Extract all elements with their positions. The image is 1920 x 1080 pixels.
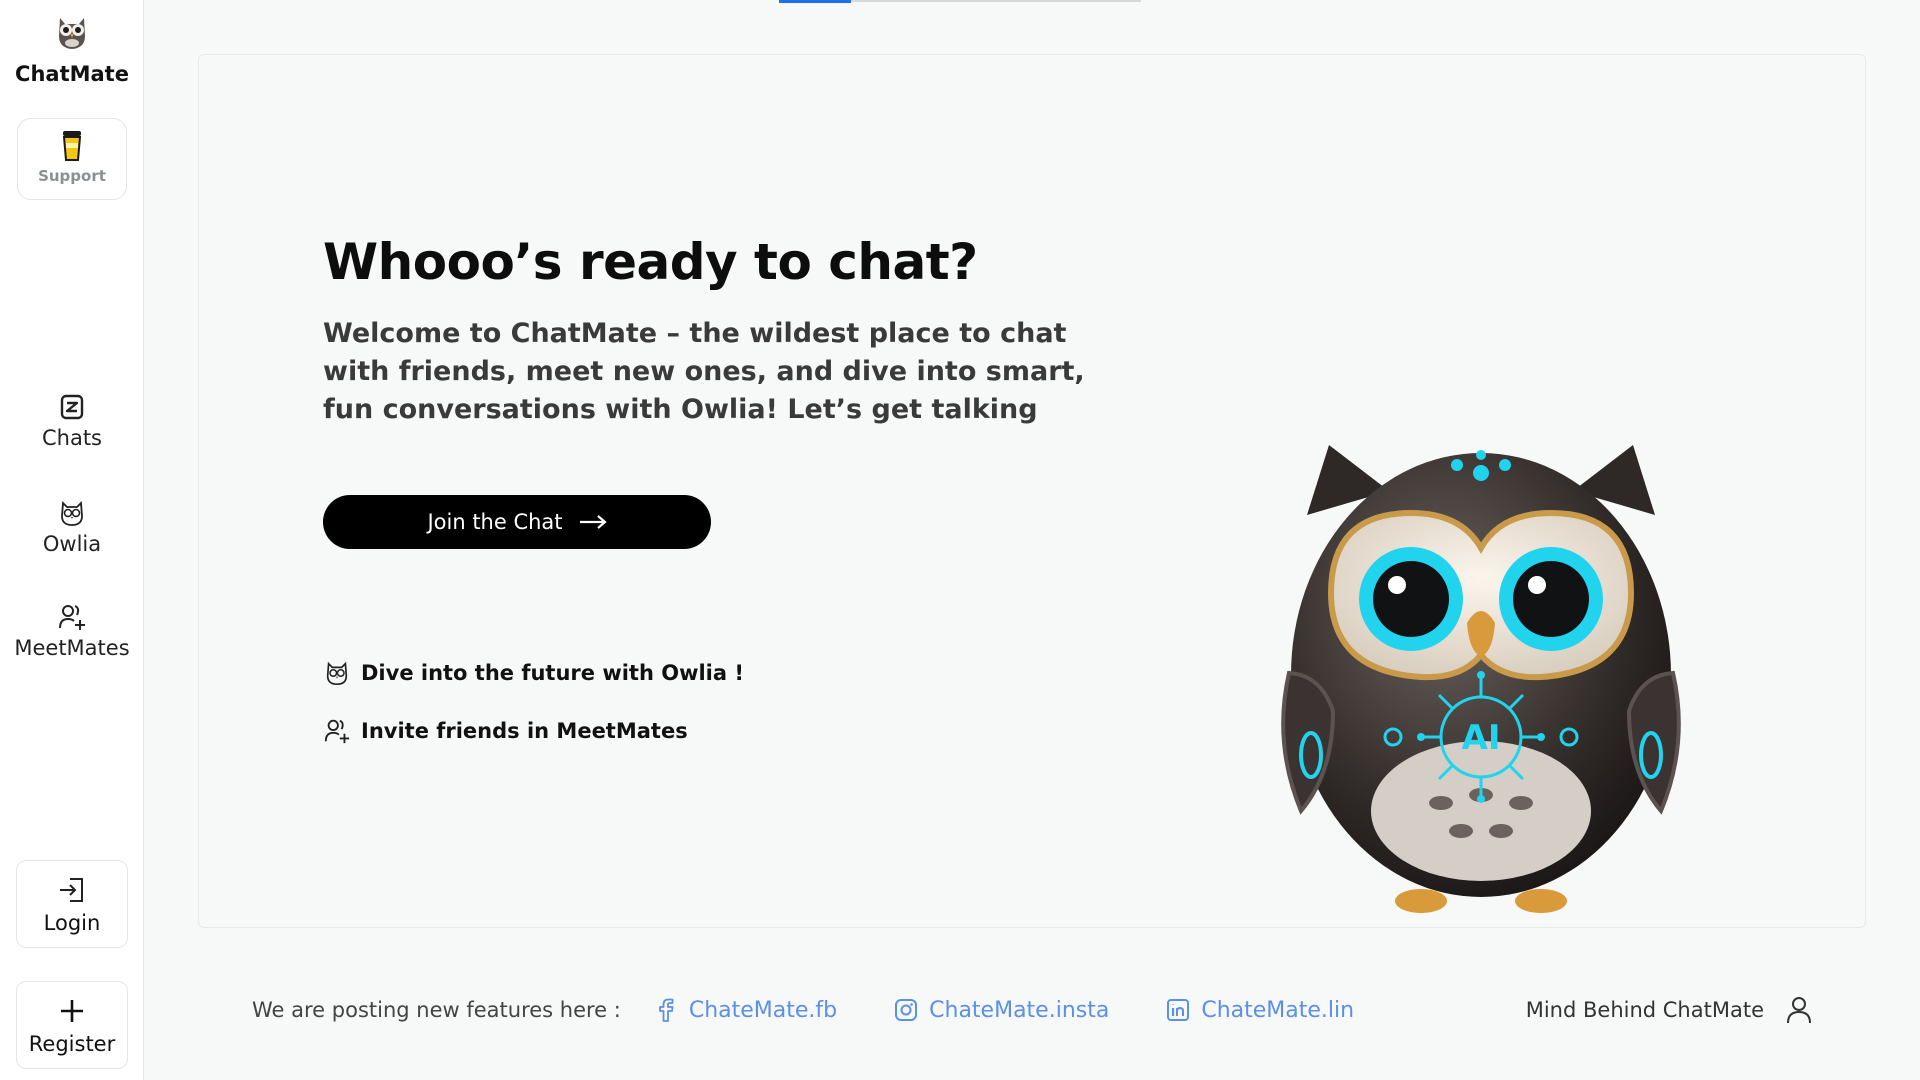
linkedin-icon xyxy=(1167,999,1190,1021)
facebook-icon xyxy=(658,998,674,1022)
sidebar-item-meetmates[interactable]: MeetMates xyxy=(0,602,144,660)
login-label: Login xyxy=(43,911,101,935)
arrow-right-icon xyxy=(579,515,607,529)
owl-mascot-illustration: AI xyxy=(1281,445,1681,913)
owl-logo-icon xyxy=(59,18,85,49)
mascot-ai-badge: AI xyxy=(1462,718,1501,758)
login-icon xyxy=(60,878,83,902)
register-label: Register xyxy=(28,1032,116,1056)
instagram-link[interactable]: ChateMate.insta xyxy=(893,997,1109,1023)
hero-title: Whooo’s ready to chat? xyxy=(323,233,978,291)
support-button[interactable]: Support xyxy=(17,118,127,200)
feature-meetmates[interactable]: Invite friends in MeetMates xyxy=(323,717,688,745)
feature-meetmates-text: Invite friends in MeetMates xyxy=(361,719,688,743)
sidebar: ChatMate Support Chats Owlia MeetMates L… xyxy=(0,0,144,1080)
footer-note: We are posting new features here : xyxy=(252,998,621,1022)
sidebar-item-owlia-label: Owlia xyxy=(42,532,102,556)
footer: We are posting new features here : Chate… xyxy=(252,990,1812,1030)
mind-behind-label: Mind Behind ChatMate xyxy=(1525,998,1764,1022)
join-chat-button[interactable]: Join the Chat xyxy=(323,495,711,549)
brand-name: ChatMate xyxy=(15,62,129,86)
register-button[interactable]: Register xyxy=(16,981,128,1069)
sidebar-item-meetmates-label: MeetMates xyxy=(14,636,130,660)
cup-icon xyxy=(62,131,82,161)
hero-subtitle: Welcome to ChatMate – the wildest place … xyxy=(323,318,1085,425)
add-friend-icon xyxy=(59,605,85,630)
sidebar-item-chats-label: Chats xyxy=(41,426,103,450)
support-label: Support xyxy=(38,167,106,185)
hero-card: Whooo’s ready to chat? Welcome to ChatMa… xyxy=(198,54,1866,928)
add-friend-icon xyxy=(324,719,350,744)
owl-icon xyxy=(61,500,83,526)
owl-icon xyxy=(326,661,348,686)
join-chat-label: Join the Chat xyxy=(427,510,563,534)
facebook-link[interactable]: ChateMate.fb xyxy=(653,997,837,1023)
instagram-link-label: ChateMate.insta xyxy=(929,997,1110,1023)
mind-behind-link[interactable]: Mind Behind ChatMate xyxy=(1526,996,1812,1024)
chats-icon xyxy=(60,394,84,420)
top-progress-fill xyxy=(779,0,851,3)
sidebar-item-owlia[interactable]: Owlia xyxy=(0,498,144,556)
login-button[interactable]: Login xyxy=(16,860,128,948)
user-icon xyxy=(1787,997,1811,1024)
facebook-link-label: ChateMate.fb xyxy=(688,997,838,1023)
instagram-icon xyxy=(895,999,918,1021)
brand[interactable]: ChatMate xyxy=(0,12,144,86)
linkedin-link[interactable]: ChateMate.lin xyxy=(1165,997,1354,1023)
plus-icon xyxy=(61,1000,83,1022)
sidebar-item-chats[interactable]: Chats xyxy=(0,392,144,450)
linkedin-link-label: ChateMate.lin xyxy=(1201,997,1355,1023)
feature-owlia-text: Dive into the future with Owlia ! xyxy=(361,661,744,685)
feature-owlia[interactable]: Dive into the future with Owlia ! xyxy=(323,659,744,687)
